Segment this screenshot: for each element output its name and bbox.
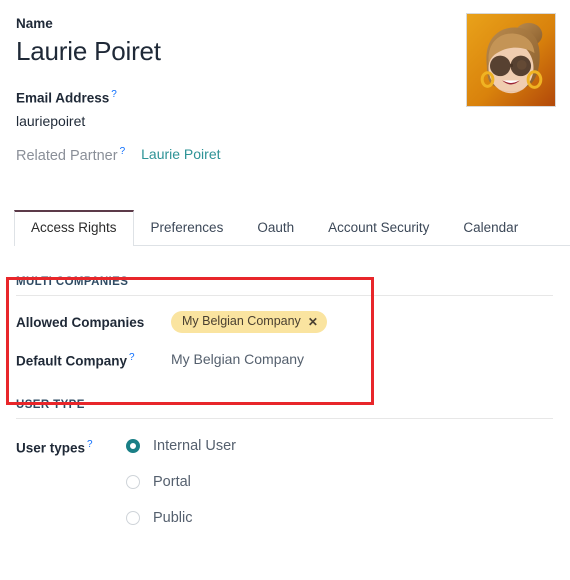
radio-unselected-icon[interactable] (126, 474, 140, 489)
allowed-companies-row: Allowed Companies My Belgian Company ✕ (16, 311, 554, 333)
radio-portal-label: Portal (153, 473, 191, 490)
help-icon[interactable]: ? (111, 89, 117, 100)
default-company-label: Default Company? (16, 348, 171, 371)
remove-tag-icon[interactable]: ✕ (308, 316, 318, 328)
multi-companies-section: Multi Companies Allowed Companies My Bel… (0, 248, 570, 371)
user-type-title: User Type (16, 371, 553, 419)
avatar[interactable] (466, 13, 556, 107)
default-company-row: Default Company? My Belgian Company (16, 348, 554, 371)
tab-bar: Access Rights Preferences Oauth Account … (14, 210, 570, 246)
default-company-value[interactable]: My Belgian Company (171, 349, 304, 369)
default-company-label-text: Default Company (16, 353, 128, 369)
tab-oauth[interactable]: Oauth (240, 210, 311, 246)
related-partner-label: Related Partner? (16, 146, 125, 164)
user-form-page: Name Laurie Poiret Email Address? laurie… (0, 0, 570, 580)
tab-content: Multi Companies Allowed Companies My Bel… (0, 248, 570, 529)
tab-account-security[interactable]: Account Security (311, 210, 446, 246)
radio-portal[interactable]: Portal (126, 471, 236, 493)
related-partner-label-text: Related Partner (16, 147, 118, 164)
user-types-radio-group: Internal User Portal Public (126, 435, 236, 529)
tab-preferences[interactable]: Preferences (134, 210, 241, 246)
multi-companies-title: Multi Companies (16, 248, 553, 296)
help-icon[interactable]: ? (120, 146, 126, 157)
email-value[interactable]: lauriepoiret (16, 111, 554, 131)
radio-unselected-icon[interactable] (126, 510, 140, 525)
user-types-row: User types? Internal User Portal Public (16, 435, 554, 529)
related-partner-link[interactable]: Laurie Poiret (141, 146, 220, 162)
user-types-label-text: User types (16, 440, 86, 455)
help-icon[interactable]: ? (87, 439, 93, 450)
allowed-companies-label: Allowed Companies (16, 314, 145, 330)
radio-internal-user[interactable]: Internal User (126, 435, 236, 457)
radio-internal-user-label: Internal User (153, 437, 237, 454)
radio-selected-icon[interactable] (126, 438, 140, 453)
radio-public-label: Public (153, 509, 193, 526)
tab-calendar[interactable]: Calendar (446, 210, 535, 246)
related-partner-group: Related Partner? Laurie Poiret (16, 146, 554, 164)
radio-public[interactable]: Public (126, 507, 236, 529)
allowed-company-tag-label: My Belgian Company (182, 314, 301, 328)
user-types-label: User types? (16, 435, 126, 529)
help-icon[interactable]: ? (129, 352, 135, 363)
tab-access-rights[interactable]: Access Rights (14, 210, 134, 246)
allowed-company-tag[interactable]: My Belgian Company ✕ (171, 311, 327, 333)
email-label-text: Email Address (16, 90, 110, 106)
user-type-section: User Type User types? Internal User Port… (0, 371, 570, 529)
